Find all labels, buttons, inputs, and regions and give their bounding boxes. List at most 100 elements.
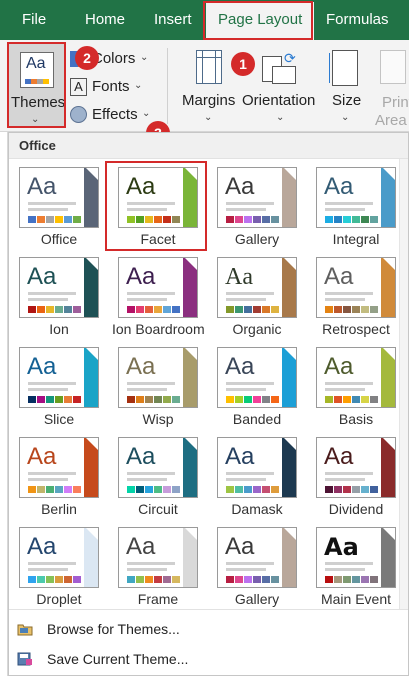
themes-icon: Aa (20, 52, 54, 88)
themes-button[interactable]: Aa Themes ⌄ (8, 42, 65, 128)
page-fold-icon (184, 438, 197, 451)
theme-basis[interactable]: Aa Basis (316, 347, 408, 435)
theme-name-label: Integral (332, 231, 380, 247)
theme-sample-text: Aa (225, 533, 255, 560)
theme-sample-text: Aa (225, 443, 255, 470)
save-current-theme-item[interactable]: Save Current Theme... (9, 645, 408, 675)
theme-sample-text: Aa (27, 263, 57, 290)
theme-text-line (325, 382, 373, 385)
theme-text-line (226, 292, 274, 295)
page-fold-icon (382, 258, 395, 271)
theme-sample-text: Aa (126, 173, 156, 200)
theme-name-label: Wisp (142, 411, 174, 427)
theme-office[interactable]: Aa Office (19, 167, 111, 255)
theme-ion-boardroom[interactable]: Aa Ion Boardroom (112, 257, 210, 345)
theme-sample-text: Aa (27, 443, 57, 470)
theme-color-swatches (226, 486, 280, 493)
theme-name-label: Gallery (234, 231, 280, 247)
size-label: Size (332, 92, 362, 109)
theme-dividend[interactable]: Aa Dividend (316, 437, 408, 525)
theme-ion[interactable]: Aa Ion (19, 257, 111, 345)
tab-page-layout[interactable]: Page Layout (206, 2, 315, 40)
tab-file[interactable]: File (22, 0, 46, 40)
theme-gallery[interactable]: Aa Gallery (217, 527, 309, 615)
size-button[interactable]: Size ⌄ (326, 42, 368, 128)
effects-button[interactable]: Effects ⌄ (70, 104, 160, 126)
theme-damask[interactable]: Aa Damask (217, 437, 309, 525)
print-label: Print (382, 94, 409, 111)
theme-banded[interactable]: Aa Banded (217, 347, 309, 435)
theme-retrospect[interactable]: Aa Retrospect (316, 257, 408, 345)
theme-text-line (127, 298, 167, 301)
theme-name-label: Facet (140, 231, 176, 247)
theme-text-line (127, 568, 167, 571)
tab-home[interactable]: Home (85, 0, 125, 40)
theme-color-swatches (226, 396, 280, 403)
theme-text-line (28, 292, 76, 295)
theme-text-line (127, 208, 167, 211)
print-area-button[interactable]: Print Area (372, 42, 409, 128)
margins-button[interactable]: Margins ⌄ (180, 42, 238, 128)
margins-chevron-down-icon: ⌄ (204, 112, 213, 123)
orientation-button[interactable]: ⟳ Orientation ⌄ (240, 42, 322, 128)
folder-icon (17, 622, 33, 636)
page-fold-icon (382, 168, 395, 181)
theme-thumbnail: Aa (19, 347, 99, 408)
theme-text-line (226, 298, 266, 301)
effects-chevron-down-icon: ⌄ (142, 108, 151, 119)
tab-formulas[interactable]: Formulas (326, 0, 389, 40)
fonts-button[interactable]: A Fonts ⌄ (70, 76, 160, 98)
theme-berlin[interactable]: Aa Berlin (19, 437, 111, 525)
theme-thumbnail: Aa (316, 167, 396, 228)
margins-icon (196, 50, 222, 84)
theme-frame[interactable]: Aa Frame (118, 527, 210, 615)
theme-color-swatches (127, 486, 181, 493)
theme-text-line (127, 388, 167, 391)
theme-sample-text: Aa (225, 264, 253, 290)
theme-text-line (28, 382, 76, 385)
theme-text-line (325, 478, 365, 481)
theme-sample-text: Aa (324, 533, 359, 561)
theme-sample-text: Aa (27, 353, 57, 380)
theme-organic[interactable]: Aa Organic (217, 257, 309, 345)
theme-text-line (226, 562, 274, 565)
theme-text-line (28, 388, 68, 391)
themes-icon-text: Aa (26, 55, 46, 72)
theme-facet[interactable]: Aa Facet (118, 167, 210, 255)
page-fold-icon (382, 438, 395, 451)
theme-sample-text: Aa (126, 353, 156, 380)
theme-wisp[interactable]: Aa Wisp (118, 347, 210, 435)
theme-color-swatches (325, 216, 379, 223)
theme-name-label: Dividend (328, 501, 384, 517)
theme-text-line (226, 208, 266, 211)
theme-name-label: Gallery (234, 591, 280, 607)
theme-text-line (226, 568, 266, 571)
theme-slice[interactable]: Aa Slice (19, 347, 111, 435)
theme-integral[interactable]: Aa Integral (316, 167, 408, 255)
page-fold-icon (184, 348, 197, 361)
theme-circuit[interactable]: Aa Circuit (118, 437, 210, 525)
theme-thumbnail: Aa (217, 437, 297, 498)
theme-thumbnail: Aa (118, 257, 198, 318)
browse-for-themes-item[interactable]: Browse for Themes... (9, 615, 408, 645)
theme-gallery[interactable]: Aa Gallery (217, 167, 309, 255)
theme-color-swatches (28, 486, 82, 493)
theme-main-event[interactable]: Aa Main Event (316, 527, 408, 615)
theme-color-swatches (325, 306, 379, 313)
step-badge-2: 2 (75, 46, 99, 70)
theme-color-swatches (127, 216, 181, 223)
theme-sample-text: Aa (27, 533, 57, 560)
page-fold-icon (184, 258, 197, 271)
orientation-chevron-down-icon: ⌄ (276, 112, 285, 123)
theme-text-line (325, 202, 373, 205)
office-section-title: Office (19, 138, 56, 153)
theme-text-line (28, 298, 68, 301)
theme-text-line (226, 202, 274, 205)
colors-chevron-down-icon: ⌄ (140, 52, 149, 63)
tab-insert[interactable]: Insert (154, 0, 192, 40)
theme-droplet[interactable]: Aa Droplet (19, 527, 111, 615)
page-fold-icon (184, 168, 197, 181)
theme-name-label: Slice (43, 411, 75, 427)
theme-text-line (325, 388, 365, 391)
theme-text-line (28, 478, 68, 481)
